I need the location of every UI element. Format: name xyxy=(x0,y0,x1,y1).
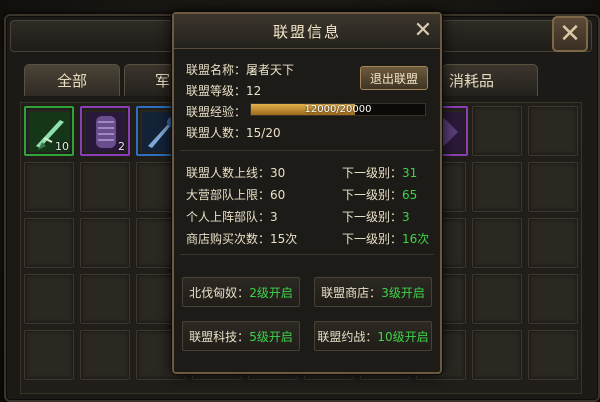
stat-shop-purchases-next: 下一级别：16次 xyxy=(342,230,429,247)
feature-label: 联盟科技： xyxy=(189,329,250,344)
feature-status: 5级开启 xyxy=(249,329,293,344)
dialog-title: 联盟信息 xyxy=(272,23,341,41)
inventory-slot[interactable] xyxy=(80,274,130,324)
inventory-slot[interactable] xyxy=(528,218,578,268)
inventory-slot[interactable] xyxy=(472,162,522,212)
inventory-slot[interactable] xyxy=(528,106,578,156)
alliance-name-row: 联盟名称：屠者天下 xyxy=(186,61,294,78)
item-count: 2 xyxy=(118,140,125,153)
tab-military-label: 军 xyxy=(155,72,171,90)
alliance-level-value: 12 xyxy=(246,84,262,98)
tab-military[interactable]: 军 xyxy=(124,64,174,96)
inventory-slot[interactable] xyxy=(24,162,74,212)
xp-progress-bar: 12000/20000 xyxy=(250,103,426,116)
dialog-header: 联盟信息 ✕ xyxy=(174,14,440,49)
alliance-members-value: 15/20 xyxy=(246,126,281,140)
alliance-level-label: 联盟等级： xyxy=(186,84,247,98)
inventory-slot[interactable] xyxy=(528,274,578,324)
feature-northern-expedition[interactable]: 北伐匈奴： 2级开启 xyxy=(182,277,300,307)
tab-consumables-label: 消耗品 xyxy=(449,72,495,90)
feature-alliance-tech[interactable]: 联盟科技： 5级开启 xyxy=(182,321,300,351)
next-level-value: 16次 xyxy=(402,232,430,246)
stat-label: 联盟人数上线： xyxy=(186,166,271,180)
next-level-value: 31 xyxy=(402,166,418,180)
next-level-label: 下一级别： xyxy=(342,188,403,202)
stat-member-cap-next: 下一级别：31 xyxy=(342,164,417,181)
feature-label: 北伐匈奴： xyxy=(189,285,250,300)
inventory-slot[interactable] xyxy=(472,274,522,324)
feature-status: 10级开启 xyxy=(377,329,429,344)
stat-camp-troop-cap: 大营部队上限：60 xyxy=(186,186,285,203)
feature-status: 2级开启 xyxy=(249,285,293,300)
crossed-swords-icon: ✕ xyxy=(559,19,581,49)
alliance-level-row: 联盟等级：12 xyxy=(186,82,261,99)
inventory-slot[interactable] xyxy=(472,218,522,268)
stat-value: 60 xyxy=(270,188,286,202)
inventory-slot[interactable] xyxy=(528,162,578,212)
stat-label: 大营部队上限： xyxy=(186,188,271,202)
stat-camp-troop-cap-next: 下一级别：65 xyxy=(342,186,417,203)
feature-label: 联盟约战： xyxy=(317,329,378,344)
next-level-value: 65 xyxy=(402,188,418,202)
stat-value: 3 xyxy=(270,210,278,224)
stat-personal-troops-next: 下一级别：3 xyxy=(342,208,410,225)
stat-shop-purchases: 商店购买次数：15次 xyxy=(186,230,297,247)
item-count: 10 xyxy=(55,140,69,153)
inventory-slot[interactable] xyxy=(528,330,578,380)
section-divider xyxy=(180,254,434,255)
inventory-slot[interactable] xyxy=(472,330,522,380)
section-divider xyxy=(180,150,434,151)
tab-all-label: 全部 xyxy=(56,72,87,90)
stat-label: 个人上阵部队： xyxy=(186,210,271,224)
feature-status: 3级开启 xyxy=(381,285,425,300)
inventory-item-purple-armor[interactable]: 2 xyxy=(80,106,130,156)
feature-alliance-shop[interactable]: 联盟商店： 3级开启 xyxy=(314,277,432,307)
inventory-slot[interactable] xyxy=(80,330,130,380)
inventory-slot[interactable] xyxy=(472,106,522,156)
inventory-slot[interactable] xyxy=(24,330,74,380)
alliance-info-dialog: 联盟信息 ✕ 联盟名称：屠者天下 退出联盟 联盟等级：12 联盟经验： 1200… xyxy=(172,12,442,374)
feature-alliance-battle[interactable]: 联盟约战： 10级开启 xyxy=(314,321,432,351)
stat-member-cap: 联盟人数上线：30 xyxy=(186,164,285,181)
next-level-label: 下一级别： xyxy=(342,210,403,224)
inventory-slot[interactable] xyxy=(24,274,74,324)
stat-value: 15次 xyxy=(270,232,298,246)
feature-label: 联盟商店： xyxy=(321,285,382,300)
alliance-name-value: 屠者天下 xyxy=(246,63,295,77)
alliance-name-label: 联盟名称： xyxy=(186,63,247,77)
inventory-slot[interactable] xyxy=(80,162,130,212)
stat-personal-troops: 个人上阵部队：3 xyxy=(186,208,278,225)
alliance-members-row: 联盟人数：15/20 xyxy=(186,124,281,141)
stat-value: 30 xyxy=(270,166,286,180)
inventory-slot[interactable] xyxy=(24,218,74,268)
inventory-slot[interactable] xyxy=(80,218,130,268)
next-level-label: 下一级别： xyxy=(342,232,403,246)
alliance-members-label: 联盟人数： xyxy=(186,126,247,140)
quit-alliance-button[interactable]: 退出联盟 xyxy=(360,66,428,90)
close-icon[interactable]: ✕ xyxy=(412,20,434,42)
alliance-xp-label: 联盟经验： xyxy=(186,105,247,119)
stat-label: 商店购买次数： xyxy=(186,232,271,246)
next-level-label: 下一级别： xyxy=(342,166,403,180)
xp-progress-text: 12000/20000 xyxy=(304,104,372,115)
next-level-value: 3 xyxy=(402,210,410,224)
inventory-item-green-sword[interactable]: 10 xyxy=(24,106,74,156)
tab-all[interactable]: 全部 xyxy=(24,64,120,96)
tab-consumables[interactable]: 消耗品 xyxy=(442,64,538,96)
inventory-close-button[interactable]: ✕ xyxy=(552,16,588,52)
